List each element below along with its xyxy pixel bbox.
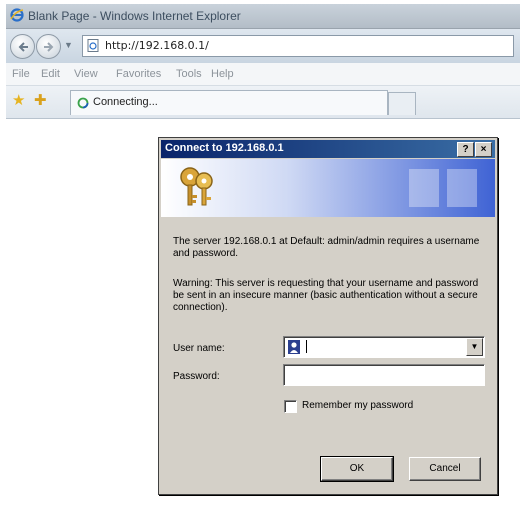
- back-arrow-icon: [18, 41, 28, 52]
- username-label: User name:: [173, 343, 225, 354]
- dialog-title: Connect to 192.168.0.1: [165, 142, 284, 154]
- chevron-down-icon[interactable]: ▼: [466, 338, 483, 356]
- menu-favorites[interactable]: Favorites: [116, 68, 161, 80]
- tab-connecting[interactable]: Connecting...: [70, 90, 388, 115]
- tab-bar: ★ ✚ Connecting...: [6, 86, 520, 119]
- new-tab-button[interactable]: [388, 92, 416, 115]
- menu-bar: File Edit View Favorites Tools Help: [6, 63, 520, 86]
- dialog-title-bar: Connect to 192.168.0.1 ? ×: [161, 140, 495, 158]
- help-button[interactable]: ?: [457, 142, 474, 157]
- history-dropdown-icon[interactable]: ▼: [64, 41, 73, 50]
- ok-button[interactable]: OK: [320, 456, 394, 482]
- browser-window-title: Blank Page - Windows Internet Explorer: [28, 9, 241, 23]
- dialog-banner: [161, 159, 495, 217]
- menu-tools[interactable]: Tools: [176, 68, 202, 80]
- menu-help[interactable]: Help: [211, 68, 234, 80]
- remember-password-label[interactable]: Remember my password: [302, 400, 413, 411]
- password-label: Password:: [173, 371, 220, 382]
- username-field[interactable]: ▼: [283, 336, 485, 358]
- banner-graphic-icon: [409, 169, 477, 207]
- tab-label: Connecting...: [93, 96, 158, 108]
- warning-message: Warning: This server is requesting that …: [173, 278, 479, 313]
- close-button[interactable]: ×: [475, 142, 492, 157]
- star-icon[interactable]: ★: [12, 93, 25, 109]
- page-icon: [87, 39, 99, 52]
- address-text: http://192.168.0.1/: [105, 39, 209, 52]
- login-dialog: Connect to 192.168.0.1 ? × The server 19…: [158, 137, 498, 495]
- menu-view[interactable]: View: [74, 68, 98, 80]
- menu-edit[interactable]: Edit: [41, 68, 60, 80]
- text-caret: [306, 340, 307, 353]
- address-bar-row: ▼ http://192.168.0.1/: [6, 29, 520, 63]
- back-button[interactable]: [10, 34, 35, 59]
- password-field[interactable]: [283, 364, 485, 386]
- browser-title-bar: Blank Page - Windows Internet Explorer: [6, 4, 520, 29]
- ie-logo-icon: [10, 8, 24, 22]
- forward-button[interactable]: [36, 34, 61, 59]
- user-icon: [288, 340, 300, 354]
- loading-spinner-icon: [77, 97, 89, 109]
- keys-icon: [180, 167, 213, 206]
- forward-arrow-icon: [43, 41, 53, 52]
- address-bar[interactable]: http://192.168.0.1/: [82, 35, 514, 57]
- cancel-button[interactable]: Cancel: [409, 457, 481, 481]
- add-favorites-icon[interactable]: ✚: [34, 93, 47, 109]
- server-message: The server 192.168.0.1 at Default: admin…: [173, 236, 480, 259]
- menu-file[interactable]: File: [12, 68, 30, 80]
- remember-password-checkbox[interactable]: [284, 400, 297, 413]
